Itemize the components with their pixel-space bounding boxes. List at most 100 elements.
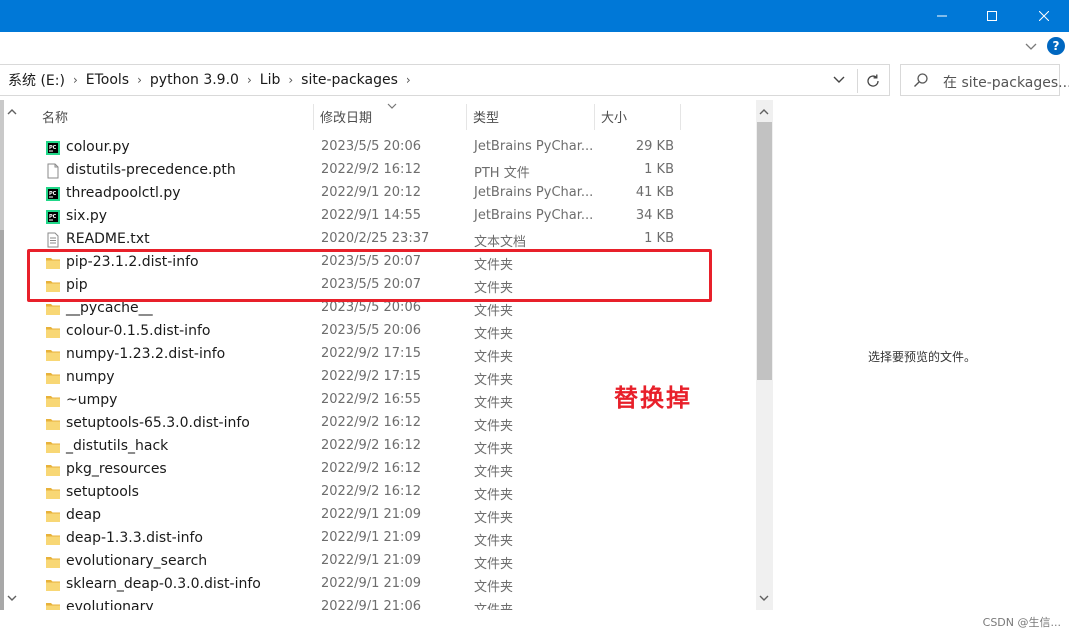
file-date: 2023/5/5 20:06 [321, 300, 421, 315]
file-date: 2022/9/1 21:09 [321, 576, 421, 591]
file-type: 文件夹 [474, 327, 514, 342]
column-header-type-label: 类型 [473, 110, 500, 126]
file-row[interactable]: evolutionary_search 2022/9/1 21:09 文件夹 [4, 551, 754, 574]
file-type: 文件夹 [474, 580, 514, 595]
breadcrumb-item-etools[interactable]: ETools [86, 72, 129, 88]
scroll-up-arrow-icon[interactable] [756, 104, 772, 120]
file-name: numpy [66, 369, 115, 385]
search-placeholder: 在 site-packages... [943, 75, 1069, 91]
column-header-type[interactable]: 类型 [467, 100, 595, 132]
breadcrumb: 系统 (E:) › ETools › python 3.9.0 › Lib › … [8, 65, 419, 95]
file-date: 2022/9/2 17:15 [321, 369, 421, 384]
folder-icon [45, 508, 61, 524]
chevron-right-icon[interactable]: › [247, 73, 252, 87]
minimize-button[interactable] [919, 0, 965, 32]
breadcrumb-item-lib[interactable]: Lib [260, 72, 281, 88]
file-row[interactable]: PC six.py 2022/9/1 14:55 JetBrains PyChar..… [4, 206, 754, 229]
file-type: 文件夹 [474, 465, 514, 480]
scroll-up-arrow-icon[interactable] [4, 104, 20, 120]
folder-icon [45, 416, 61, 432]
folder-icon [45, 324, 61, 340]
file-type: 文件夹 [474, 599, 513, 610]
maximize-icon [987, 11, 997, 21]
file-type: 文件夹 [474, 557, 514, 572]
file-list-pane: 名称 修改日期 类型 大小 PC colour.py 2023/5/5 20:06 J… [4, 100, 775, 610]
file-row[interactable]: colour-0.1.5.dist-info 2023/5/5 20:06 文件夹 [4, 321, 754, 344]
breadcrumb-item-python[interactable]: python 3.9.0 [150, 72, 239, 88]
file-name: _distutils_hack [66, 438, 169, 454]
file-list-scrollbar[interactable] [756, 100, 773, 610]
breadcrumb-item-drive[interactable]: 系统 (E:) [8, 70, 65, 90]
folder-icon [45, 485, 61, 501]
column-header-name[interactable]: 名称 [36, 100, 314, 132]
file-row[interactable]: pkg_resources 2022/9/2 16:12 文件夹 [4, 459, 754, 482]
file-type: 文件夹 [474, 373, 514, 388]
file-name: setuptools [66, 484, 139, 500]
chevron-right-icon[interactable]: › [137, 73, 142, 87]
address-bar[interactable]: 系统 (E:) › ETools › python 3.9.0 › Lib › … [0, 64, 890, 96]
chevron-right-icon[interactable]: › [406, 73, 411, 87]
chevron-right-icon[interactable]: › [288, 73, 293, 87]
column-header-size-label: 大小 [601, 110, 628, 126]
refresh-button[interactable] [857, 69, 887, 93]
file-name: colour.py [66, 139, 130, 155]
folder-icon [45, 347, 61, 363]
file-row[interactable]: setuptools-65.3.0.dist-info 2022/9/2 16:1… [4, 413, 754, 436]
search-input[interactable]: 在 site-packages... [900, 64, 1069, 96]
breadcrumb-item-site-packages[interactable]: site-packages [301, 72, 398, 88]
column-header-name-label: 名称 [42, 110, 69, 126]
file-date: 2022/9/1 21:09 [321, 507, 421, 522]
file-row[interactable]: distutils-precedence.pth 2022/9/2 16:12 PT… [4, 160, 754, 183]
close-button[interactable] [1021, 0, 1067, 32]
file-date: 2022/9/2 16:12 [321, 461, 421, 476]
file-row[interactable]: numpy-1.23.2.dist-info 2022/9/2 17:15 文件夹 [4, 344, 754, 367]
maximize-button[interactable] [969, 0, 1015, 32]
title-bar [0, 0, 1069, 32]
file-size: 1 KB [644, 231, 674, 246]
file-name: numpy-1.23.2.dist-info [66, 346, 226, 362]
folder-icon [45, 393, 61, 409]
file-date: 2022/9/2 16:12 [321, 484, 421, 499]
search-icon [914, 73, 928, 87]
file-name: deap [66, 507, 101, 523]
folder-icon [45, 370, 61, 386]
address-history-dropdown-icon[interactable] [829, 72, 849, 88]
file-date: 2022/9/1 14:55 [321, 208, 421, 223]
file-row[interactable]: sklearn_deap-0.3.0.dist-info 2022/9/1 21:… [4, 574, 754, 597]
file-type: JetBrains PyChar... [474, 185, 594, 200]
file-row[interactable]: PC threadpoolctl.py 2022/9/1 20:12 JetBrain… [4, 183, 754, 206]
column-header-date[interactable]: 修改日期 [314, 100, 467, 132]
status-bar: CSDN @生信... [0, 610, 1069, 635]
watermark: CSDN @生信... [982, 616, 1061, 629]
svg-text:PC: PC [49, 214, 57, 220]
file-date: 2022/9/1 21:09 [321, 553, 421, 568]
preview-pane: 选择要预览的文件。 [775, 100, 1069, 610]
folder-icon [45, 577, 61, 593]
file-size: 29 KB [635, 139, 674, 154]
column-header-size[interactable]: 大小 [595, 100, 681, 132]
svg-text:PC: PC [49, 191, 57, 197]
file-row[interactable]: _distutils_hack 2022/9/2 16:12 文件夹 [4, 436, 754, 459]
file-name: evolutionary [66, 599, 154, 610]
file-size: 34 KB [635, 208, 674, 223]
file-name: threadpoolctl.py [66, 185, 181, 201]
file-date: 2022/9/2 17:15 [321, 346, 421, 361]
chevron-right-icon[interactable]: › [73, 73, 78, 87]
file-row[interactable]: deap-1.3.3.dist-info 2022/9/1 21:09 文件夹 [4, 528, 754, 551]
file-date: 2023/5/5 20:06 [321, 139, 421, 154]
file-type: 文件夹 [474, 396, 514, 411]
file-row[interactable]: setuptools 2022/9/2 16:12 文件夹 [4, 482, 754, 505]
file-row[interactable]: evolutionary 2022/9/1 21:06 文件夹 [4, 597, 754, 610]
file-name: __pycache__ [66, 300, 153, 316]
help-button[interactable]: ? [1047, 37, 1065, 55]
scroll-down-arrow-icon[interactable] [756, 590, 772, 606]
file-row[interactable]: deap 2022/9/1 21:09 文件夹 [4, 505, 754, 528]
scrollbar-thumb[interactable] [757, 122, 772, 380]
close-icon [1039, 11, 1049, 21]
file-name: colour-0.1.5.dist-info [66, 323, 211, 339]
file-row[interactable]: PC colour.py 2023/5/5 20:06 JetBrains PyCha… [4, 137, 754, 160]
file-name: ~umpy [66, 392, 118, 408]
ribbon-expand-icon[interactable] [1023, 38, 1039, 54]
file-date: 2022/9/2 16:55 [321, 392, 421, 407]
annotation-highlight-box [27, 249, 712, 302]
